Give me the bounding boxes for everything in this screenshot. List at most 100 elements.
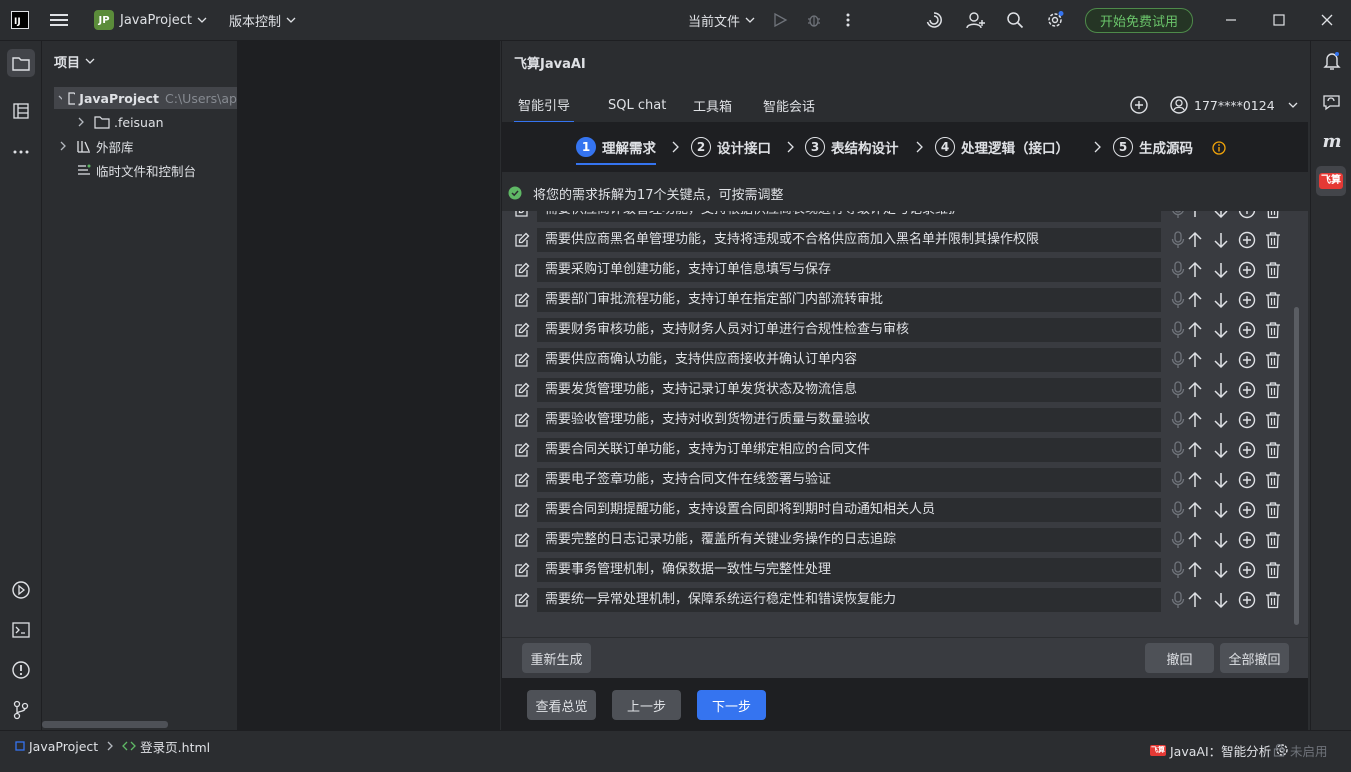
requirement-text-field[interactable]: 需要供应商黑名单管理功能，支持将违规或不合格供应商加入黑名单并限制其操作权限	[537, 228, 1161, 252]
requirement-text-field[interactable]: 需要统一异常处理机制，保障系统运行稳定性和错误恢复能力	[537, 588, 1161, 612]
move-up-icon[interactable]	[1185, 350, 1205, 370]
edit-icon[interactable]	[512, 440, 532, 460]
step-5[interactable]: 5 生成源码	[1113, 133, 1193, 161]
more-actions-icon[interactable]	[845, 0, 851, 40]
requirement-text-field[interactable]: 需要合同到期提醒功能，支持设置合同即将到期时自动通知相关人员	[537, 498, 1161, 522]
app-logo[interactable]: IJ	[11, 0, 29, 40]
horizontal-scrollbar[interactable]	[42, 721, 168, 728]
tree-item-feisuan[interactable]: .feisuan	[74, 111, 164, 133]
requirement-text-field[interactable]: 需要验收管理功能，支持对收到货物进行质量与数量验收	[537, 408, 1161, 432]
next-step-button[interactable]: 下一步	[697, 690, 766, 720]
move-up-icon[interactable]	[1185, 211, 1205, 220]
run-icon[interactable]	[772, 0, 788, 40]
move-down-icon[interactable]	[1211, 380, 1231, 400]
edit-icon[interactable]	[512, 560, 532, 580]
edit-icon[interactable]	[512, 260, 532, 280]
move-up-icon[interactable]	[1185, 410, 1205, 430]
add-item-icon[interactable]	[1237, 211, 1257, 220]
delete-icon[interactable]	[1263, 290, 1283, 310]
delete-icon[interactable]	[1263, 230, 1283, 250]
move-up-icon[interactable]	[1185, 530, 1205, 550]
move-down-icon[interactable]	[1211, 560, 1231, 580]
delete-icon[interactable]	[1263, 410, 1283, 430]
requirement-text-field[interactable]: 需要合同关联订单功能，支持为订单绑定相应的合同文件	[537, 438, 1161, 462]
delete-icon[interactable]	[1263, 590, 1283, 610]
structure-icon[interactable]	[9, 99, 33, 123]
add-item-icon[interactable]	[1237, 470, 1257, 490]
tab-smart-chat[interactable]: 智能会话	[763, 87, 815, 123]
prev-step-button[interactable]: 上一步	[612, 690, 681, 720]
delete-icon[interactable]	[1263, 560, 1283, 580]
vcs-menu[interactable]: 版本控制	[229, 0, 297, 40]
close-icon[interactable]	[1321, 0, 1333, 40]
add-item-icon[interactable]	[1237, 590, 1257, 610]
tree-root-javaproject[interactable]: JavaProject C:\Users\ap	[54, 87, 237, 109]
move-down-icon[interactable]	[1211, 410, 1231, 430]
git-branch-icon[interactable]	[9, 698, 33, 722]
delete-icon[interactable]	[1263, 530, 1283, 550]
start-trial-button[interactable]: 开始免费试用	[1085, 0, 1194, 40]
tab-sql-chat[interactable]: SQL chat	[608, 87, 666, 123]
add-item-icon[interactable]	[1237, 560, 1257, 580]
breadcrumb-file[interactable]: 登录页.html	[140, 737, 210, 756]
add-item-icon[interactable]	[1237, 260, 1257, 280]
move-down-icon[interactable]	[1211, 350, 1231, 370]
run-config-selector[interactable]: 当前文件	[688, 0, 756, 40]
tab-toolbox[interactable]: 工具箱	[693, 87, 732, 123]
requirement-text-field[interactable]: 需要部门审批流程功能，支持订单在指定部门内部流转审批	[537, 288, 1161, 312]
notifications-bell-icon[interactable]	[1320, 49, 1344, 73]
info-icon[interactable]	[1212, 141, 1226, 155]
edit-icon[interactable]	[512, 470, 532, 490]
move-down-icon[interactable]	[1211, 530, 1231, 550]
delete-icon[interactable]	[1263, 440, 1283, 460]
ai-assistant-icon[interactable]	[925, 0, 943, 40]
requirement-text-field[interactable]: 需要财务审核功能，支持财务人员对订单进行合规性检查与审核	[537, 318, 1161, 342]
delete-icon[interactable]	[1263, 470, 1283, 490]
javaai-status-widget[interactable]: 飞算 JavaAI：智能分析	[1150, 741, 1289, 759]
regenerate-button[interactable]: 重新生成	[522, 643, 591, 673]
move-down-icon[interactable]	[1211, 440, 1231, 460]
requirement-text-field[interactable]: 需要供应商确认功能，支持供应商接收并确认订单内容	[537, 348, 1161, 372]
move-up-icon[interactable]	[1185, 500, 1205, 520]
edit-icon[interactable]	[512, 211, 532, 220]
undo-all-button[interactable]: 全部撤回	[1220, 643, 1289, 673]
settings-gear-icon[interactable]	[1045, 0, 1065, 40]
step-3[interactable]: 3 表结构设计	[805, 133, 899, 161]
add-item-icon[interactable]	[1237, 380, 1257, 400]
move-down-icon[interactable]	[1211, 500, 1231, 520]
project-view-selector[interactable]: 项目	[54, 51, 96, 71]
disabled-status-widget[interactable]: 未启用	[1273, 741, 1328, 759]
add-item-icon[interactable]	[1237, 290, 1257, 310]
debug-icon[interactable]	[806, 0, 822, 40]
add-item-icon[interactable]	[1237, 530, 1257, 550]
problems-icon[interactable]	[9, 658, 33, 682]
move-down-icon[interactable]	[1211, 260, 1231, 280]
requirement-text-field[interactable]: 需要采购订单创建功能，支持订单信息填写与保存	[537, 258, 1161, 282]
add-item-icon[interactable]	[1237, 230, 1257, 250]
requirement-text-field[interactable]: 需要事务管理机制，确保数据一致性与完整性处理	[537, 558, 1161, 582]
requirement-text-field[interactable]: 需要电子签章功能，支持合同文件在线签署与验证	[537, 468, 1161, 492]
add-item-icon[interactable]	[1237, 320, 1257, 340]
project-folder-icon[interactable]	[7, 49, 35, 77]
requirement-text-field[interactable]: 需要完整的日志记录功能，覆盖所有关键业务操作的日志追踪	[537, 528, 1161, 552]
edit-icon[interactable]	[512, 350, 532, 370]
edit-icon[interactable]	[512, 530, 532, 550]
delete-icon[interactable]	[1263, 380, 1283, 400]
tree-item-external-libs[interactable]: 外部库	[56, 135, 134, 157]
step-2[interactable]: 2 设计接口	[691, 133, 771, 161]
move-down-icon[interactable]	[1211, 590, 1231, 610]
more-tools-icon[interactable]	[9, 140, 33, 164]
requirement-text-field[interactable]: 需要发货管理功能，支持记录订单发货状态及物流信息	[537, 378, 1161, 402]
move-down-icon[interactable]	[1211, 320, 1231, 340]
m-plugin-icon[interactable]: m	[1320, 129, 1344, 153]
move-up-icon[interactable]	[1185, 380, 1205, 400]
delete-icon[interactable]	[1263, 260, 1283, 280]
edit-icon[interactable]	[512, 380, 532, 400]
terminal-icon[interactable]	[9, 618, 33, 642]
tab-smart-guide[interactable]: 智能引导	[514, 87, 574, 123]
overview-button[interactable]: 查看总览	[527, 690, 596, 720]
new-session-icon[interactable]	[1129, 87, 1149, 123]
account-menu[interactable]: 177****0124	[1169, 87, 1299, 123]
add-item-icon[interactable]	[1237, 500, 1257, 520]
tree-item-scratches[interactable]: 临时文件和控制台	[76, 159, 196, 181]
